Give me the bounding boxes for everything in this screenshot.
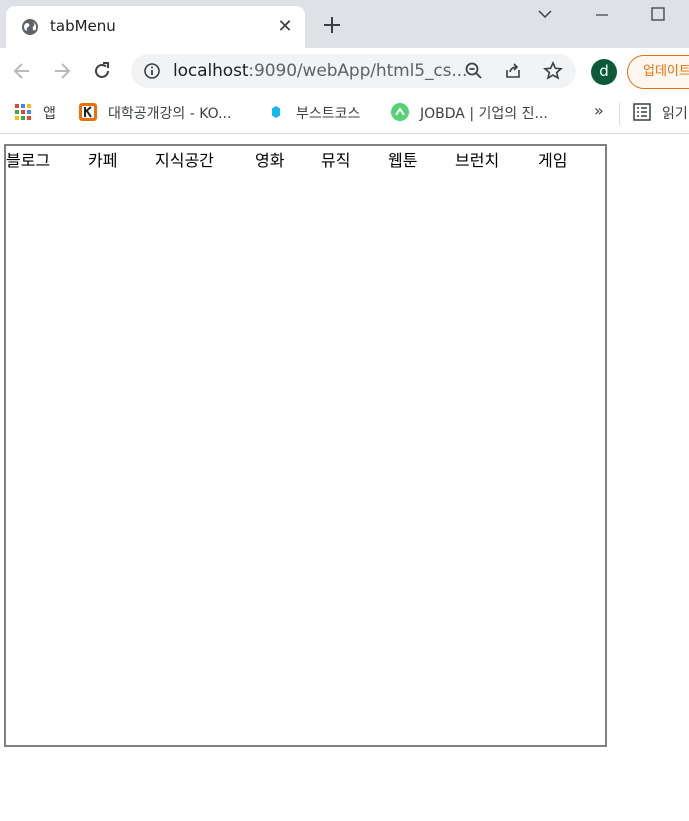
tab-menu: 블로그 카페 지식공간 영화 뮤직 웹툰 브런치 게임 [6,147,605,171]
bookmark-label: 부스트코스 [296,106,361,122]
bookmarks-divider [619,103,620,125]
tab-menu-item-movie[interactable]: 영화 [255,147,284,171]
new-tab-icon[interactable] [321,14,343,36]
kocw-icon [79,103,97,121]
bookmark-boostcourse[interactable]: 부스트코스 [266,102,376,124]
address-bar[interactable]: localhost:9090/webApp/html5_cs... [131,54,576,88]
jobda-icon [391,103,409,121]
tab-menu-item-cafe[interactable]: 카페 [88,147,117,171]
bookmark-star-icon[interactable] [543,61,563,81]
globe-icon [22,19,38,35]
tab-menu-item-webtoon[interactable]: 웹툰 [388,147,417,171]
reading-list[interactable]: 읽기 [632,102,689,124]
bookmark-apps[interactable]: 앱 [13,102,61,124]
maximize-icon[interactable] [646,4,670,26]
minimize-icon[interactable] [590,4,614,26]
tab-title: tabMenu [50,17,116,35]
tab-search-chevron-icon[interactable] [533,4,557,26]
tab-menu-item-knowledge[interactable]: 지식공간 [155,147,214,171]
close-tab-icon[interactable]: ✕ [276,15,294,39]
bookmark-label: 대학공개강의 - KO... [108,106,232,122]
browser-toolbar: localhost:9090/webApp/html5_cs... d 업데이트 [0,48,689,94]
reload-icon[interactable] [91,60,113,82]
tab-menu-item-brunch[interactable]: 브런치 [455,147,499,171]
apps-grid-icon [15,104,31,120]
site-info-icon[interactable] [143,62,161,80]
browser-tab[interactable]: tabMenu ✕ [6,6,305,48]
bookmark-jobda[interactable]: JOBDA | 기업의 진... [390,102,570,124]
tab-menu-item-game[interactable]: 게임 [538,147,567,171]
update-button[interactable]: 업데이트 [627,55,689,89]
address-host: localhost [173,61,249,81]
zoom-icon[interactable] [464,61,484,81]
back-arrow-icon[interactable] [11,60,33,82]
tab-strip: tabMenu ✕ [0,0,689,48]
tab-menu-container: 블로그 카페 지식공간 영화 뮤직 웹툰 브런치 게임 [4,144,607,747]
tab-menu-item-music[interactable]: 뮤직 [321,147,350,171]
bookmark-kocw[interactable]: 대학공개강의 - KO... [78,102,253,124]
profile-avatar[interactable]: d [591,59,617,85]
boostcourse-icon [272,106,280,118]
tab-menu-item-blog[interactable]: 블로그 [6,147,50,171]
more-bookmarks-icon[interactable]: » [594,101,604,123]
share-icon[interactable] [503,61,523,81]
reading-list-icon [633,103,651,121]
bookmarks-bar: 앱 대학공개강의 - KO... 부스트코스 JOBDA | 기업의 진... … [0,94,689,134]
address-url: localhost:9090/webApp/html5_cs... [173,61,467,81]
address-path: :9090/webApp/html5_cs... [248,61,468,81]
forward-arrow-icon[interactable] [51,60,73,82]
bookmark-label: JOBDA | 기업의 진... [420,106,548,122]
bookmark-label: 앱 [43,106,56,122]
reading-list-label: 읽기 [662,106,688,122]
